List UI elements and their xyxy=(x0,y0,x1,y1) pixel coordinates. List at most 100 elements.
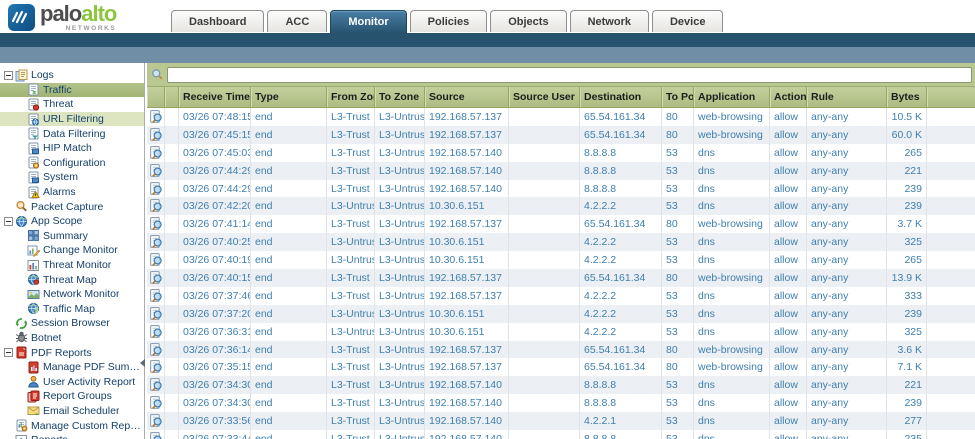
cell-to-port: 80 xyxy=(662,269,694,287)
table-row[interactable]: 03/26 07:42:20endL3-UntrustL3-Untrust10.… xyxy=(147,197,975,216)
sidebar-item-network-monitor[interactable]: Network Monitor xyxy=(0,287,144,302)
table-row[interactable]: 03/26 07:37:46 end L3-Trust L3-Untrust 192.1… xyxy=(147,286,975,305)
sidebar-item-reports[interactable]: Reports xyxy=(0,433,144,439)
log-detail-magnifier-icon[interactable] xyxy=(149,217,163,231)
sidebar-item-manage-custom-reports[interactable]: Manage Custom Reports xyxy=(0,418,144,433)
column-header-action[interactable]: Action xyxy=(770,87,807,107)
tree-expander-icon[interactable] xyxy=(4,348,13,358)
column-header-from-zone[interactable]: From Zone xyxy=(327,87,375,107)
tab-acc[interactable]: ACC xyxy=(267,10,328,32)
column-header-type[interactable]: Type xyxy=(251,87,327,107)
sidebar-item-manage-pdf-summary[interactable]: Manage PDF Summary xyxy=(0,360,144,375)
column-header-source-user[interactable]: Source User xyxy=(509,87,580,107)
column-header-to-port[interactable]: To Port xyxy=(662,87,694,107)
log-detail-magnifier-icon[interactable] xyxy=(149,378,163,392)
sidebar-item-threat[interactable]: Threat xyxy=(0,97,144,112)
paloalto-logo: paloalto NETWORKS xyxy=(8,3,117,33)
sidebar-item-botnet[interactable]: Botnet xyxy=(0,331,144,346)
cell-destination: 65.54.161.34 xyxy=(580,358,662,377)
sidebar-item-change-monitor[interactable]: Change Monitor xyxy=(0,243,144,258)
column-header-destination[interactable]: Destination xyxy=(580,87,662,107)
log-detail-magnifier-icon[interactable] xyxy=(149,182,163,196)
cell-source-user xyxy=(509,412,580,431)
sidebar-item-report-groups[interactable]: Report Groups xyxy=(0,389,144,404)
log-detail-magnifier-icon[interactable] xyxy=(149,128,163,142)
table-row[interactable]: 03/26 07:33:44 end L3-Trust L3-Untrust 192.1… xyxy=(147,430,975,439)
table-row[interactable]: 03/26 07:45:15 end L3-Trust L3-Untrust 192.1… xyxy=(147,125,975,144)
sidebar-item-email-scheduler[interactable]: Email Scheduler xyxy=(0,404,144,419)
cell-to-zone: L3-Untrust xyxy=(375,430,425,439)
table-row[interactable]: 03/26 07:33:56 end L3-Trust L3-Untrust 192.1… xyxy=(147,412,975,431)
column-header-detail[interactable] xyxy=(147,87,165,107)
log-detail-magnifier-icon[interactable] xyxy=(149,164,163,178)
table-row[interactable]: 03/26 07:35:15 end L3-Trust L3-Untrust 192.1… xyxy=(147,358,975,377)
sidebar-item-url-filtering[interactable]: URL Filtering xyxy=(0,111,144,127)
table-row[interactable]: 03/26 07:37:20endL3-UntrustL3-Untrust10.… xyxy=(147,304,975,323)
tab-dashboard[interactable]: Dashboard xyxy=(171,10,265,32)
log-filter-input[interactable] xyxy=(167,66,972,83)
table-row[interactable]: 03/26 07:40:15 end L3-Trust L3-Untrust 192.1… xyxy=(147,269,975,287)
search-icon[interactable] xyxy=(151,68,164,81)
column-header-rule[interactable]: Rule xyxy=(807,87,887,107)
log-detail-magnifier-icon[interactable] xyxy=(149,271,163,285)
sidebar-item-packet-capture[interactable]: Packet Capture xyxy=(0,199,144,214)
log-detail-magnifier-icon[interactable] xyxy=(149,325,163,339)
sidebar-item-threat-monitor[interactable]: Threat Monitor xyxy=(0,258,144,273)
table-row[interactable]: 03/26 07:36:14 end L3-Trust L3-Untrust 192.1… xyxy=(147,340,975,359)
sidebar-item-threat-map[interactable]: Threat Map xyxy=(0,272,144,287)
log-detail-magnifier-icon[interactable] xyxy=(149,396,163,410)
log-detail-magnifier-icon[interactable] xyxy=(149,307,163,321)
sidebar-collapse-handle[interactable] xyxy=(140,359,145,367)
log-detail-magnifier-icon[interactable] xyxy=(149,343,163,357)
log-detail-magnifier-icon[interactable] xyxy=(149,253,163,267)
sidebar-item-alarms[interactable]: Alarms xyxy=(0,185,144,200)
table-row[interactable]: 03/26 07:34:30 end L3-Trust L3-Untrust 192.1… xyxy=(147,394,975,413)
log-detail-magnifier-icon[interactable] xyxy=(149,432,163,439)
tab-policies[interactable]: Policies xyxy=(409,10,488,32)
tab-objects[interactable]: Objects xyxy=(490,10,567,32)
log-filter-bar xyxy=(147,63,975,87)
log-detail-magnifier-icon[interactable] xyxy=(149,199,163,213)
table-row[interactable]: 03/26 07:44:29 end L3-Trust L3-Untrust 192.1… xyxy=(147,179,975,198)
sidebar-item-user-activity-report[interactable]: User Activity Report xyxy=(0,374,144,389)
sidebar-item-logs[interactable]: Logs xyxy=(0,68,144,83)
table-row[interactable]: 03/26 07:41:14 end L3-Trust L3-Untrust 192.1… xyxy=(147,215,975,234)
sidebar-item-session-browser[interactable]: Session Browser xyxy=(0,316,144,331)
table-row[interactable]: 03/26 07:48:15 end L3-Trust L3-Untrust 192.1… xyxy=(147,108,975,126)
table-row[interactable]: 03/26 07:36:31endL3-UntrustL3-Untrust10.… xyxy=(147,322,975,341)
sidebar-item-data-filtering[interactable]: Data Filtering xyxy=(0,126,144,141)
column-header-spacer[interactable] xyxy=(165,87,179,107)
log-detail-magnifier-icon[interactable] xyxy=(149,360,163,374)
column-header-bytes[interactable]: Bytes xyxy=(887,87,927,107)
table-row[interactable]: 03/26 07:45:03 end L3-Trust L3-Untrust 192.1… xyxy=(147,143,975,162)
tab-monitor[interactable]: Monitor xyxy=(330,10,407,33)
log-detail-magnifier-icon[interactable] xyxy=(149,289,163,303)
log-detail-magnifier-icon[interactable] xyxy=(149,235,163,249)
tab-network[interactable]: Network xyxy=(569,10,649,32)
column-header-source[interactable]: Source xyxy=(425,87,509,107)
sidebar-item-traffic[interactable]: Traffic xyxy=(0,82,144,98)
table-row[interactable]: 03/26 07:34:30 end L3-Trust L3-Untrust 192.1… xyxy=(147,376,975,395)
table-row[interactable]: 03/26 07:40:25endL3-UntrustL3-Untrust10.… xyxy=(147,233,975,252)
sidebar-item-configuration[interactable]: Configuration xyxy=(0,156,144,171)
sidebar-item-traffic-map[interactable]: Traffic Map xyxy=(0,302,144,317)
column-header-receive-time[interactable]: Receive Time xyxy=(179,87,251,107)
tab-device[interactable]: Device xyxy=(651,10,724,32)
log-detail-magnifier-icon[interactable] xyxy=(149,146,163,160)
tree-expander-icon[interactable] xyxy=(4,70,13,80)
tree-expander-icon[interactable] xyxy=(4,216,13,226)
sidebar-item-hip-match[interactable]: HIP Match xyxy=(0,141,144,156)
column-header-to-zone[interactable]: To Zone xyxy=(375,87,425,107)
sidebar-item-app-scope[interactable]: App Scope xyxy=(0,214,144,229)
log-detail-magnifier-icon[interactable] xyxy=(149,110,163,124)
sidebar-item-label: Summary xyxy=(43,229,88,242)
column-header-application[interactable]: Application xyxy=(694,87,770,107)
tab-bar: Dashboard ACC Monitor Policies Objects Networ… xyxy=(171,10,724,33)
table-row[interactable]: 03/26 07:40:19endL3-UntrustL3-Untrust10.… xyxy=(147,251,975,270)
sidebar-item-summary[interactable]: Summary xyxy=(0,229,144,244)
log-detail-magnifier-icon[interactable] xyxy=(149,414,163,428)
sidebar-item-pdf-reports[interactable]: PDF Reports xyxy=(0,345,144,360)
table-row[interactable]: 03/26 07:44:29 end L3-Trust L3-Untrust 192.1… xyxy=(147,161,975,180)
sidebar-item-system[interactable]: System xyxy=(0,170,144,185)
column-header-trailing xyxy=(927,87,975,107)
